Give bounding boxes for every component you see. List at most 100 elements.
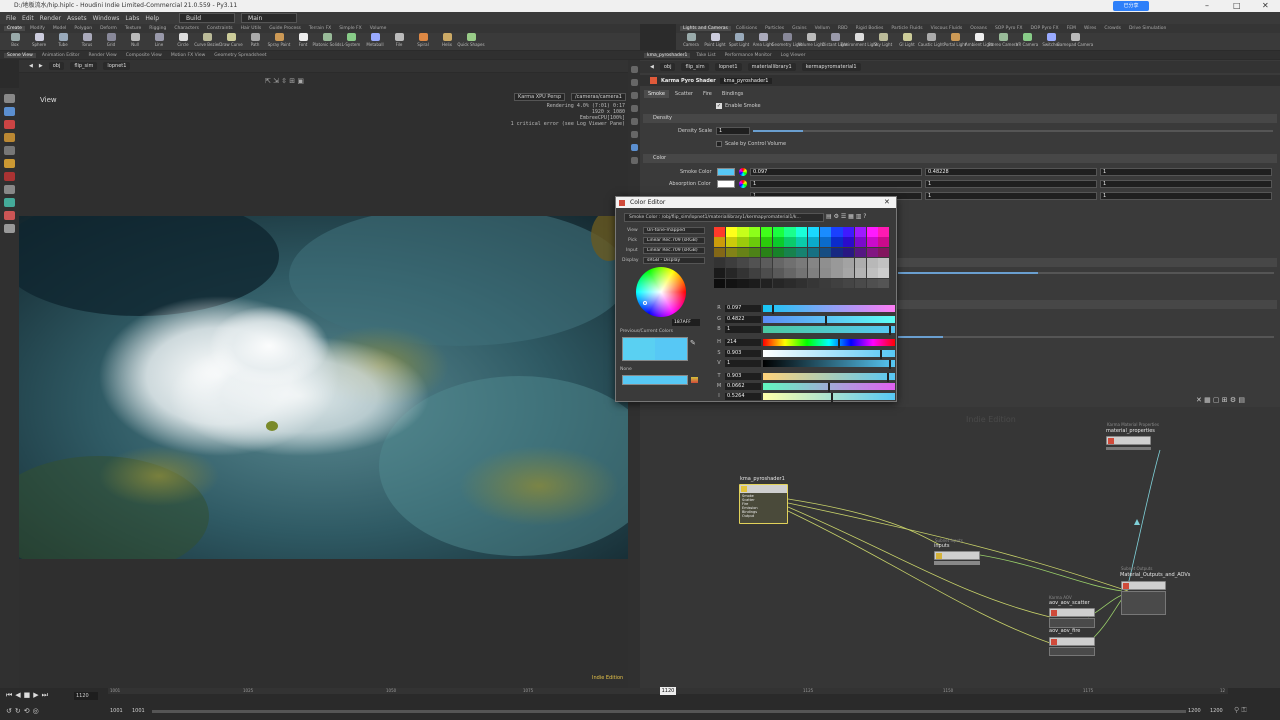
palette-swatch[interactable] xyxy=(772,278,784,289)
shelf-tab[interactable]: Deform xyxy=(97,26,120,31)
palette-swatch[interactable] xyxy=(819,247,831,258)
wheel-picker-handle[interactable] xyxy=(643,301,647,305)
palette-swatch[interactable] xyxy=(831,237,843,248)
smoke-color-b[interactable]: 1 xyxy=(1100,168,1272,176)
channel-gradient-slider[interactable] xyxy=(763,326,895,335)
shelf-tool[interactable]: Helix xyxy=(438,33,456,47)
palette-swatch[interactable] xyxy=(807,268,820,279)
path-lopnet[interactable]: lopnet1 xyxy=(103,62,131,70)
shelf-tab[interactable]: Rigging xyxy=(146,26,169,31)
shelf-tool[interactable]: Torus xyxy=(78,33,96,47)
shelf-tab[interactable]: Oceans xyxy=(967,26,990,31)
palette-swatch[interactable] xyxy=(854,268,867,279)
palette-swatch[interactable] xyxy=(866,247,878,258)
network-editor[interactable]: ✕ ▦ ▢ ⊞ ⚙ ▤ Indie Edition Karma Material… xyxy=(640,395,1280,688)
palette-swatch[interactable] xyxy=(760,247,773,258)
current-frame-marker[interactable]: 1120 xyxy=(660,687,676,695)
pane-tab[interactable]: Log Viewer xyxy=(778,53,809,58)
palette-swatch[interactable] xyxy=(749,247,761,258)
enable-smoke-checkbox[interactable]: ✓ xyxy=(716,102,722,109)
slider-handle[interactable] xyxy=(825,316,828,325)
palette-swatch[interactable] xyxy=(737,227,749,237)
prev-current-swatch[interactable] xyxy=(622,337,688,361)
palette-swatch[interactable] xyxy=(784,278,796,289)
palette-swatch[interactable] xyxy=(749,258,761,268)
shelf-tab[interactable]: Texture xyxy=(122,26,144,31)
shelf-tool[interactable]: Box xyxy=(6,33,24,47)
shelf-tab[interactable]: RBD xyxy=(835,26,851,31)
light-tool-icon[interactable] xyxy=(4,211,15,220)
channel-gradient-slider[interactable] xyxy=(763,316,895,325)
color-wheel-icon[interactable] xyxy=(739,180,747,188)
back-icon[interactable]: ◀ xyxy=(29,63,33,69)
palette-swatch[interactable] xyxy=(737,268,749,279)
shelf-tool[interactable]: Grid xyxy=(102,33,120,47)
camera-dropdown[interactable]: /cameras/camera1 xyxy=(571,93,626,101)
shelf-tool[interactable]: Spot Light xyxy=(729,33,749,47)
shelf-tab[interactable]: Vellum xyxy=(812,26,833,31)
shelf-tab[interactable]: Constraints xyxy=(204,26,236,31)
shelf-tool[interactable]: L-System xyxy=(342,33,360,47)
share-badge[interactable]: 已分享 xyxy=(1113,1,1149,11)
pose-tool-icon[interactable] xyxy=(4,146,15,155)
editor-tool-icons[interactable]: ▤ ⚙ ☰ ▦ ▥ ? xyxy=(826,213,867,220)
palette-swatch[interactable] xyxy=(784,237,796,248)
palette-swatch[interactable] xyxy=(749,268,761,279)
rotate-tool-icon[interactable] xyxy=(4,120,15,129)
palette-swatch[interactable] xyxy=(725,258,737,268)
shelf-tool[interactable]: Tube xyxy=(54,33,72,47)
close-icon[interactable]: ✕ xyxy=(1262,0,1269,12)
palette-swatch[interactable] xyxy=(714,237,726,248)
palette-icon[interactable] xyxy=(691,377,698,383)
shelf-tool[interactable]: Quick Shapes xyxy=(457,33,485,47)
palette-swatch[interactable] xyxy=(737,278,749,289)
palette-swatch[interactable] xyxy=(714,278,726,289)
shelf-tool[interactable]: Line xyxy=(150,33,168,47)
palette-swatch[interactable] xyxy=(854,258,867,268)
path-obj[interactable]: obj xyxy=(659,63,676,71)
aov-scatter-node[interactable] xyxy=(1049,608,1095,617)
palette-swatch[interactable] xyxy=(831,278,843,289)
shelf-tool[interactable]: Area Light xyxy=(753,33,773,47)
palette-swatch[interactable] xyxy=(878,258,890,268)
menu-help[interactable]: Help xyxy=(145,15,159,22)
shelf-tab[interactable]: SOP Pyro FX xyxy=(992,26,1026,31)
palette-swatch[interactable] xyxy=(784,268,796,279)
view-tool-icons[interactable]: ⇱ ⇲ ⇳ ⊞ ▣ xyxy=(265,77,304,85)
shelf-tab[interactable]: Particles xyxy=(762,26,787,31)
shelf-tab[interactable]: Model xyxy=(50,26,70,31)
density-scale-field[interactable]: 1 xyxy=(716,127,750,135)
playback-controls[interactable]: ⏮◀■▶⏭ xyxy=(6,691,51,700)
shelf-tool[interactable]: Font xyxy=(294,33,312,47)
menu-labs[interactable]: Labs xyxy=(125,15,139,22)
channel-value-field[interactable]: 0.097 xyxy=(725,305,761,312)
handle-tool-icon[interactable] xyxy=(4,172,15,181)
material-properties-node[interactable] xyxy=(1106,436,1151,445)
shelf-tool[interactable]: Gamepad Camera xyxy=(1057,33,1093,47)
palette-swatch[interactable] xyxy=(854,227,867,237)
palette-swatch[interactable] xyxy=(878,278,890,289)
pick-dropdown[interactable]: Linear Rec.709 (sRGB) xyxy=(643,237,705,244)
palette-swatch[interactable] xyxy=(819,227,831,237)
palette-swatch[interactable] xyxy=(772,227,784,237)
palette-swatch[interactable] xyxy=(878,268,890,279)
select-tool-icon[interactable] xyxy=(4,94,15,103)
shelf-tab[interactable]: Grains xyxy=(789,26,810,31)
frame-field[interactable]: 1120 xyxy=(74,692,98,700)
palette-swatch[interactable] xyxy=(854,237,867,248)
smoke-color-swatch[interactable] xyxy=(717,168,735,176)
palette-swatch[interactable] xyxy=(760,237,773,248)
color-wheel-icon[interactable] xyxy=(739,168,747,176)
palette-swatch[interactable] xyxy=(831,247,843,258)
port-output[interactable]: Output xyxy=(742,514,758,518)
snap-tool-icon[interactable] xyxy=(4,224,15,233)
shelf-tool[interactable]: Volume Light xyxy=(798,33,824,47)
channel-gradient-slider[interactable] xyxy=(763,383,895,392)
shelf-tab[interactable]: Polygon xyxy=(71,26,95,31)
channel-value-field[interactable]: 0.903 xyxy=(725,350,761,357)
palette-swatch[interactable] xyxy=(714,258,726,268)
palette-swatch[interactable] xyxy=(866,227,878,237)
range-end-field[interactable]: 1200 xyxy=(1188,708,1201,714)
inputs-node[interactable] xyxy=(934,551,980,560)
shelf-tab[interactable]: Drive Simulation xyxy=(1126,26,1169,31)
